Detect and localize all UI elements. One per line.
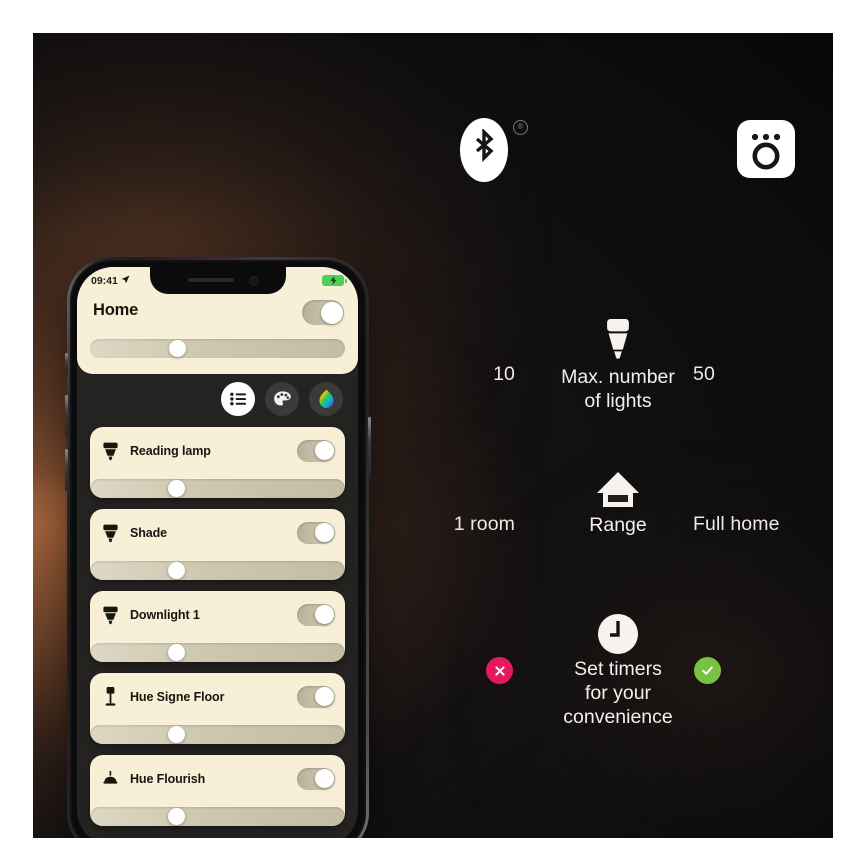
slider-track xyxy=(90,725,345,744)
light-name: Hue Flourish xyxy=(130,771,206,786)
slider-knob xyxy=(168,562,185,579)
spot-bulb-icon xyxy=(90,523,130,543)
toggle-knob xyxy=(314,605,334,624)
clock-icon xyxy=(511,611,725,655)
page-title: Home xyxy=(93,301,139,319)
light-list: Reading lamp Shade Downlight 1 Hue Signe Fl… xyxy=(90,427,345,837)
light-row: Shade xyxy=(90,509,345,556)
slider-knob xyxy=(168,480,185,497)
light-power-toggle[interactable] xyxy=(297,521,335,544)
cross-mark-icon xyxy=(486,657,513,684)
status-time: 09:41 xyxy=(91,274,118,287)
light-card: Reading lamp xyxy=(90,427,345,498)
light-name: Hue Signe Floor xyxy=(130,689,225,704)
timers-label-line2: for your xyxy=(584,682,652,704)
power-button[interactable] xyxy=(368,417,371,479)
earpiece-speaker xyxy=(187,278,234,282)
tab-colors[interactable] xyxy=(309,382,343,416)
phone-mockup: 09:41 Home Reading lamp Shade Downlight … xyxy=(65,257,371,838)
light-row: Hue Signe Floor xyxy=(90,673,345,720)
toggle-knob xyxy=(314,441,334,460)
house-icon xyxy=(511,467,725,511)
light-brightness-slider[interactable] xyxy=(90,807,345,826)
light-card: Hue Flourish xyxy=(90,755,345,826)
tab-scenes[interactable] xyxy=(265,382,299,416)
toggle-track xyxy=(297,767,335,790)
light-power-toggle[interactable] xyxy=(297,685,335,708)
slider-knob xyxy=(168,644,185,661)
home-power-toggle[interactable] xyxy=(302,300,344,325)
battery-charging-icon xyxy=(322,275,347,286)
light-card: Downlight 1 xyxy=(90,591,345,662)
toggle-knob xyxy=(314,687,334,706)
light-row: Downlight 1 xyxy=(90,591,345,638)
pendant-lamp-icon xyxy=(90,771,130,786)
slider-track xyxy=(90,479,345,498)
mute-switch[interactable] xyxy=(65,353,68,375)
logo-row: ® xyxy=(403,118,833,208)
toggle-track xyxy=(297,685,335,708)
light-card: Hue Signe Floor xyxy=(90,673,345,744)
location-arrow-icon xyxy=(121,275,130,287)
max-lights-right-value: 50 xyxy=(693,363,715,385)
downlight-icon xyxy=(90,605,130,625)
max-lights-label-line2: of lights xyxy=(584,390,652,412)
range-left-value: 1 room xyxy=(453,513,515,535)
light-brightness-slider[interactable] xyxy=(90,725,345,744)
light-power-toggle[interactable] xyxy=(297,439,335,462)
slider-track xyxy=(90,561,345,580)
light-row: Reading lamp xyxy=(90,427,345,474)
check-mark-icon xyxy=(694,657,721,684)
home-brightness-slider[interactable] xyxy=(90,339,345,358)
toggle-knob xyxy=(314,769,334,788)
light-card: Shade xyxy=(90,509,345,580)
phone-bezel: 09:41 Home Reading lamp Shade Downlight … xyxy=(70,260,366,838)
spot-bulb-icon xyxy=(90,441,130,461)
light-name: Reading lamp xyxy=(130,443,211,458)
light-name: Shade xyxy=(130,525,168,540)
light-brightness-slider[interactable] xyxy=(90,479,345,498)
timers-center: Set timers for your convenience xyxy=(511,611,725,729)
slider-track xyxy=(90,339,345,358)
slider-knob xyxy=(168,726,185,743)
front-camera xyxy=(248,276,259,286)
light-name: Downlight 1 xyxy=(130,607,200,622)
toggle-knob xyxy=(320,301,343,324)
slider-knob xyxy=(168,808,185,825)
view-tabs xyxy=(77,382,358,416)
timers-label-line1: Set timers xyxy=(574,658,662,680)
light-brightness-slider[interactable] xyxy=(90,643,345,662)
registered-trademark-icon: ® xyxy=(513,120,528,135)
light-row: Hue Flourish xyxy=(90,755,345,802)
bluetooth-icon xyxy=(460,118,508,182)
phone-screen: 09:41 Home Reading lamp Shade Downlight … xyxy=(77,267,358,838)
toggle-knob xyxy=(314,523,334,542)
light-power-toggle[interactable] xyxy=(297,603,335,626)
floor-lamp-icon xyxy=(90,686,130,707)
light-brightness-slider[interactable] xyxy=(90,561,345,580)
light-power-toggle[interactable] xyxy=(297,767,335,790)
comparison-column: ® 10 Max. number of lights 50 1 room Ran… xyxy=(403,33,833,838)
toggle-track xyxy=(302,300,344,325)
range-right-value: Full home xyxy=(693,513,780,535)
timers-label-line3: convenience xyxy=(563,706,673,728)
slider-track xyxy=(90,643,345,662)
slider-track xyxy=(90,807,345,826)
hue-bridge-icon xyxy=(737,120,795,178)
volume-up-button[interactable] xyxy=(65,395,68,437)
tab-list[interactable] xyxy=(221,382,255,416)
toggle-track xyxy=(297,603,335,626)
bulb-icon xyxy=(511,319,725,363)
status-bar-left: 09:41 xyxy=(91,275,130,287)
notch xyxy=(149,267,286,294)
promo-image: ® 10 Max. number of lights 50 1 room Ran… xyxy=(33,33,833,838)
toggle-track xyxy=(297,439,335,462)
volume-down-button[interactable] xyxy=(65,449,68,491)
slider-knob xyxy=(169,340,186,357)
toggle-track xyxy=(297,521,335,544)
